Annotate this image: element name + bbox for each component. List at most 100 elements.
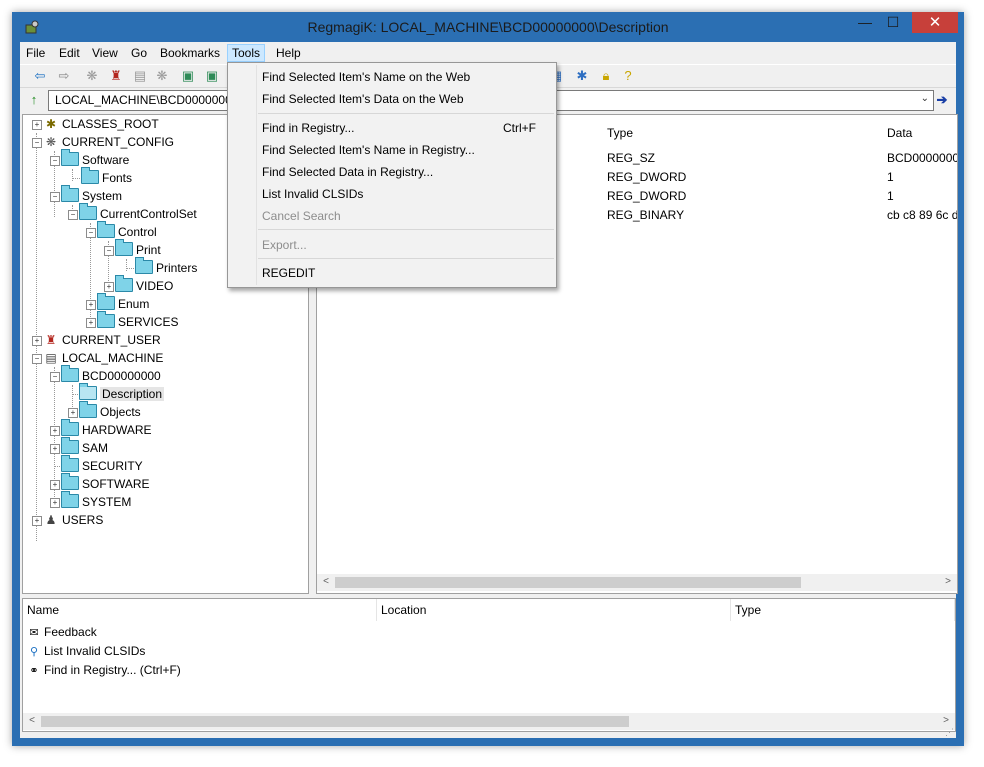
- maximize-button[interactable]: ☐: [878, 12, 908, 34]
- collapse-software[interactable]: −: [50, 156, 60, 166]
- scroll-right-icon[interactable]: >: [941, 575, 955, 589]
- expand-hardware[interactable]: +: [50, 426, 60, 436]
- status-bar: ⋰: [20, 727, 956, 738]
- go-arrow-icon[interactable]: ➔: [934, 92, 950, 108]
- menu-item-find-in-registry[interactable]: Find in Registry...: [262, 117, 354, 139]
- settings-icon[interactable]: ✱: [574, 68, 590, 84]
- tree-node-video[interactable]: VIDEO: [115, 275, 173, 295]
- tree-node-classes-root[interactable]: ✱ CLASSES_ROOT: [43, 115, 159, 133]
- collapse-currentcontrolset[interactable]: −: [68, 210, 78, 220]
- value-data[interactable]: 1: [887, 168, 894, 186]
- scroll-left-icon[interactable]: <: [25, 714, 39, 728]
- column-header-data[interactable]: Data: [887, 123, 912, 143]
- expand-services[interactable]: +: [86, 318, 96, 328]
- expand-classes-root[interactable]: +: [32, 120, 42, 130]
- column-header-name[interactable]: Name: [23, 599, 377, 621]
- minimize-button[interactable]: —: [850, 12, 880, 34]
- tree-node-printers[interactable]: Printers: [135, 257, 197, 277]
- value-type[interactable]: REG_BINARY: [607, 206, 684, 224]
- tree-node-system-hive[interactable]: SYSTEM: [61, 491, 131, 511]
- tree-node-software-hive[interactable]: SOFTWARE: [61, 473, 150, 493]
- values-horizontal-scrollbar[interactable]: < >: [317, 574, 957, 591]
- expand-software-hive[interactable]: +: [50, 480, 60, 490]
- tree-node-current-user[interactable]: ♜ CURRENT_USER: [43, 331, 161, 349]
- collapse-control[interactable]: −: [86, 228, 96, 238]
- up-arrow-icon[interactable]: ↑: [26, 92, 42, 108]
- results-horizontal-scrollbar[interactable]: < >: [23, 713, 955, 730]
- menu-item-find-name-web[interactable]: Find Selected Item's Name on the Web: [262, 66, 470, 88]
- menu-item-find-data-web[interactable]: Find Selected Item's Data on the Web: [262, 88, 464, 110]
- tree-node-description[interactable]: Description: [79, 383, 165, 403]
- scroll-thumb[interactable]: [41, 716, 629, 727]
- expand-video[interactable]: +: [104, 282, 114, 292]
- collapse-print[interactable]: −: [104, 246, 114, 256]
- tree-node-services[interactable]: SERVICES: [97, 311, 178, 331]
- address-value: LOCAL_MACHINE\BCD00000000: [55, 93, 239, 107]
- tree-node-fonts[interactable]: Fonts: [81, 167, 132, 187]
- computer-icon: ▤: [45, 351, 57, 365]
- folder-icon: [61, 149, 79, 166]
- config-gray-icon[interactable]: ❋: [154, 68, 170, 84]
- expand-current-user[interactable]: +: [32, 336, 42, 346]
- expand-enum[interactable]: +: [86, 300, 96, 310]
- expand-sam[interactable]: +: [50, 444, 60, 454]
- tree-node-security[interactable]: SECURITY: [61, 455, 143, 475]
- column-header-type[interactable]: Type: [731, 599, 955, 621]
- export-icon[interactable]: ▣: [204, 68, 220, 84]
- collapse-current-config[interactable]: −: [32, 138, 42, 148]
- menu-edit[interactable]: Edit: [55, 45, 84, 61]
- results-pane[interactable]: Name Location Type ✉ Feedback ⚲ List Inval…: [22, 598, 956, 732]
- column-header-location[interactable]: Location: [377, 599, 731, 621]
- value-data[interactable]: BCD00000000: [887, 149, 957, 167]
- expand-objects[interactable]: +: [68, 408, 78, 418]
- import-icon[interactable]: ▣: [180, 68, 196, 84]
- tree-node-software[interactable]: Software: [61, 149, 129, 169]
- tree-node-bcd00000000[interactable]: BCD00000000: [61, 365, 161, 385]
- folder-icon: [97, 293, 115, 310]
- list-item[interactable]: ⚭ Find in Registry... (Ctrl+F): [27, 661, 180, 680]
- computer-gray-icon[interactable]: ▤: [132, 68, 148, 84]
- expand-system-hive[interactable]: +: [50, 498, 60, 508]
- menu-item-find-name-registry[interactable]: Find Selected Item's Name in Registry...: [262, 139, 475, 161]
- scroll-right-icon[interactable]: >: [939, 714, 953, 728]
- list-item[interactable]: ⚲ List Invalid CLSIDs: [27, 642, 145, 661]
- value-data[interactable]: 1: [887, 187, 894, 205]
- value-data[interactable]: cb c8 89 6c d2: [887, 206, 957, 224]
- menu-help[interactable]: Help: [272, 45, 305, 61]
- menu-go[interactable]: Go: [127, 45, 151, 61]
- menu-view[interactable]: View: [88, 45, 122, 61]
- close-button[interactable]: ✕: [912, 12, 958, 33]
- collapse-local-machine[interactable]: −: [32, 354, 42, 364]
- menu-item-cancel-search: Cancel Search: [262, 209, 341, 223]
- scroll-thumb[interactable]: [335, 577, 801, 588]
- tree-node-hardware[interactable]: HARDWARE: [61, 419, 152, 439]
- back-arrow-icon[interactable]: ⇦: [32, 68, 48, 84]
- hive-gray-icon[interactable]: ❋: [84, 68, 100, 84]
- scroll-left-icon[interactable]: <: [319, 575, 333, 589]
- help-icon[interactable]: ?: [620, 68, 636, 84]
- collapse-system[interactable]: −: [50, 192, 60, 202]
- menu-bookmarks[interactable]: Bookmarks: [156, 45, 224, 61]
- value-type[interactable]: REG_DWORD: [607, 168, 686, 186]
- collapse-bcd[interactable]: −: [50, 372, 60, 382]
- resize-grip-icon[interactable]: ⋰: [945, 727, 954, 738]
- column-header-type[interactable]: Type: [607, 123, 633, 143]
- title-bar[interactable]: RegmagiK: LOCAL_MACHINE\BCD00000000\Desc…: [12, 12, 964, 42]
- menu-item-list-invalid-clsids[interactable]: List Invalid CLSIDs: [262, 183, 363, 205]
- list-item[interactable]: ✉ Feedback: [27, 623, 96, 642]
- expand-users[interactable]: +: [32, 516, 42, 526]
- tree-node-system[interactable]: System: [61, 185, 122, 205]
- forward-arrow-icon[interactable]: ⇨: [56, 68, 72, 84]
- user-icon[interactable]: ♜: [108, 68, 124, 84]
- lock-icon[interactable]: 🔒︎: [598, 68, 614, 84]
- menu-file[interactable]: File: [22, 45, 49, 61]
- menu-item-regedit[interactable]: REGEDIT: [262, 262, 315, 284]
- value-type[interactable]: REG_DWORD: [607, 187, 686, 205]
- tree-node-users[interactable]: ♟ USERS: [43, 511, 104, 529]
- value-type[interactable]: REG_SZ: [607, 149, 655, 167]
- chevron-down-icon[interactable]: ⌄: [921, 93, 929, 104]
- tree-node-control[interactable]: Control: [97, 221, 157, 241]
- menu-item-find-data-registry[interactable]: Find Selected Data in Registry...: [262, 161, 433, 183]
- menu-tools[interactable]: Tools: [226, 44, 266, 62]
- tree-node-objects[interactable]: Objects: [79, 401, 141, 421]
